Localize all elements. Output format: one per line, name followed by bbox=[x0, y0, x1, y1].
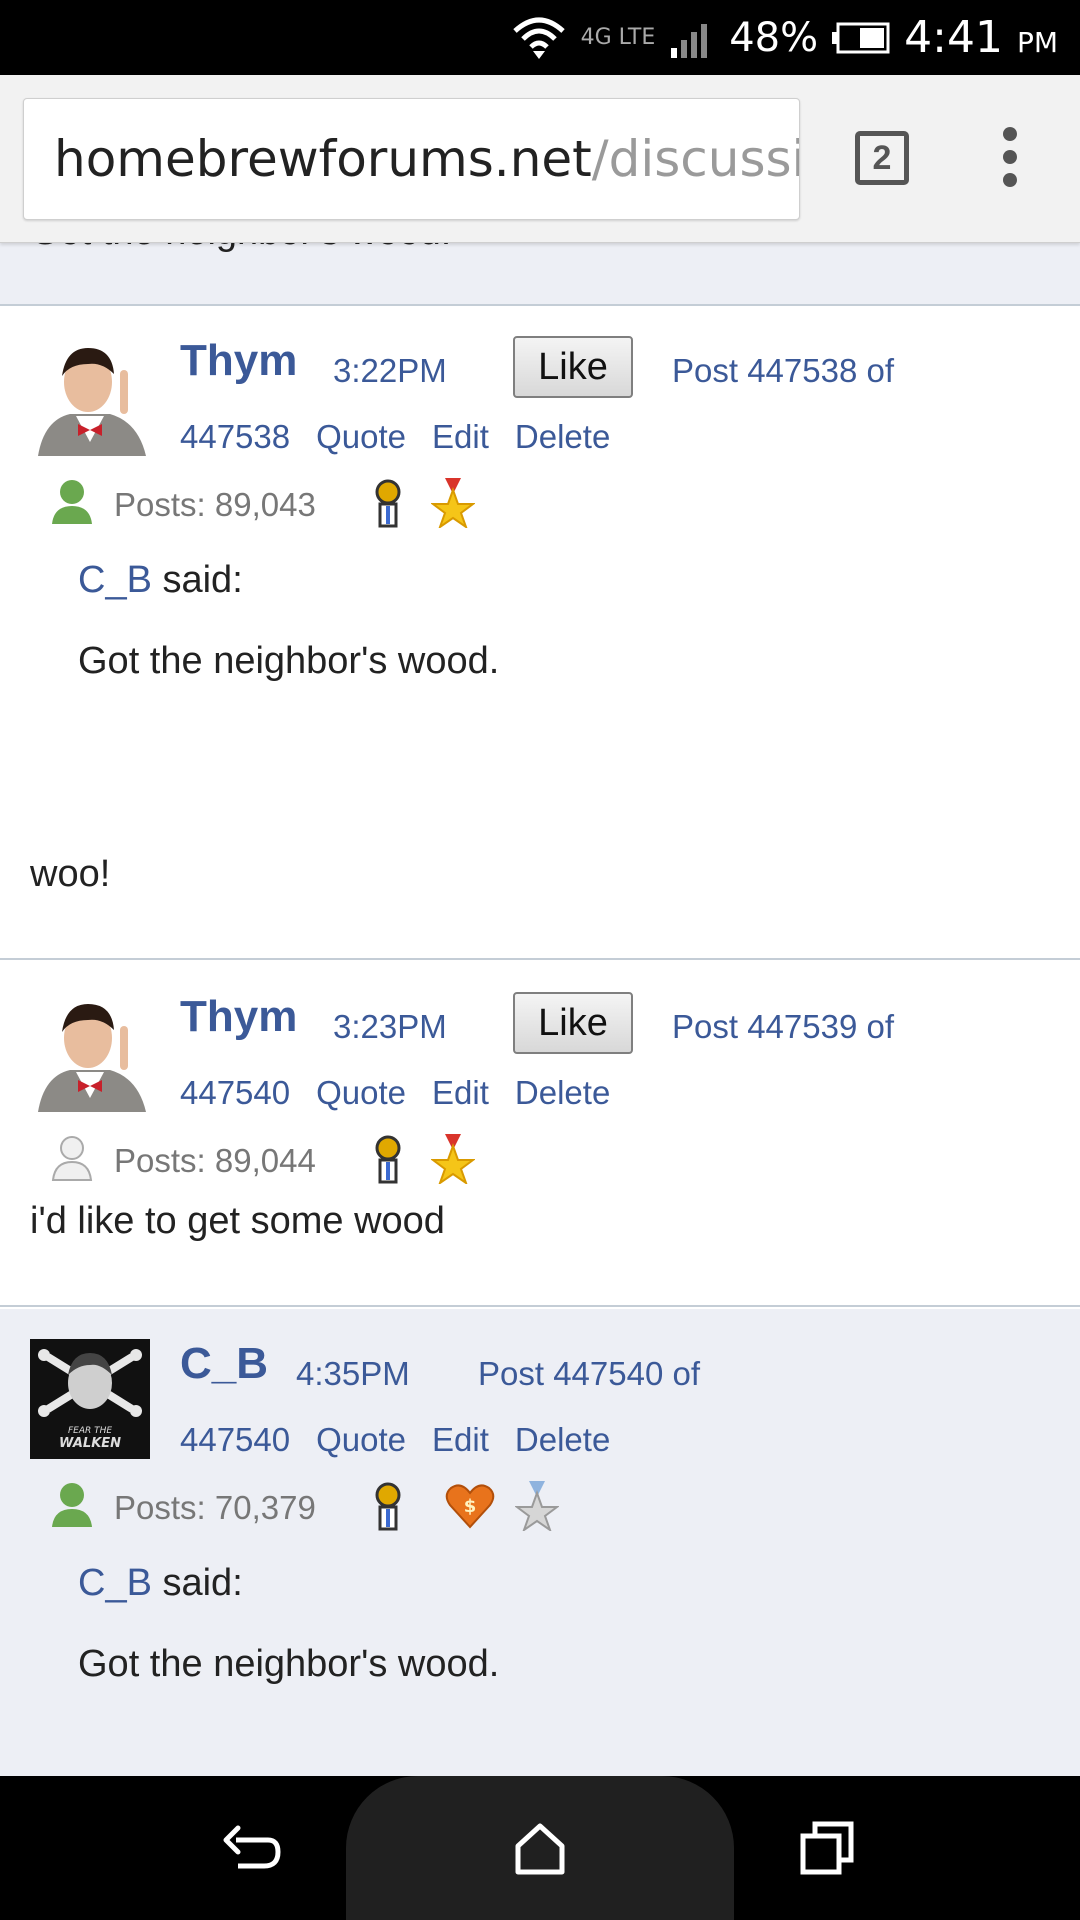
wifi-icon bbox=[512, 17, 565, 59]
like-button[interactable]: Like bbox=[513, 336, 633, 398]
post-time: 3:23PM bbox=[333, 1008, 447, 1045]
previous-post-tail: Got the neighbor's wood. bbox=[0, 243, 1080, 306]
quote-link[interactable]: Quote bbox=[316, 418, 406, 455]
username[interactable]: Thym bbox=[180, 992, 297, 1042]
battery-icon bbox=[832, 22, 890, 53]
post-body: woo! bbox=[30, 853, 111, 895]
post-time: 3:22PM bbox=[333, 352, 447, 389]
network-type: 4G LTE bbox=[580, 25, 656, 50]
svg-text:WALKEN: WALKEN bbox=[59, 1436, 121, 1451]
post-total[interactable]: 447540 bbox=[180, 1074, 290, 1111]
clock-time: 4:41 bbox=[904, 12, 1003, 63]
edit-link[interactable]: Edit bbox=[432, 1074, 489, 1111]
quote-link[interactable]: Quote bbox=[316, 1074, 406, 1111]
quote-text: Got the neighbor's wood. bbox=[78, 1643, 500, 1685]
quote-text: Got the neighbor's wood. bbox=[78, 640, 500, 682]
avatar[interactable] bbox=[30, 336, 150, 456]
member-badge-icon bbox=[375, 1482, 401, 1531]
post: FEAR THE WALKEN C_B 4:35PM Post 447540 o… bbox=[0, 1309, 1080, 1776]
clock: 4:41 PM bbox=[904, 12, 1058, 63]
posts-count: Posts: 89,044 bbox=[114, 1142, 316, 1179]
post-number[interactable]: Post 447538 of bbox=[672, 352, 894, 390]
edit-link[interactable]: Edit bbox=[432, 1421, 489, 1458]
heart-supporter-icon: $ bbox=[445, 1484, 495, 1529]
quote-link[interactable]: Quote bbox=[316, 1421, 406, 1458]
avatar[interactable]: FEAR THE WALKEN bbox=[30, 1339, 150, 1459]
silver-star-icon bbox=[515, 1481, 559, 1531]
quote-said: said: bbox=[151, 559, 243, 601]
post-total[interactable]: 447540 bbox=[180, 1421, 290, 1458]
post-actions: 447540 Quote Edit Delete bbox=[180, 1074, 636, 1112]
post-number[interactable]: Post 447540 of bbox=[478, 1355, 700, 1393]
star-award-icon bbox=[431, 1134, 475, 1184]
post-time: 4:35PM bbox=[296, 1355, 410, 1392]
quote-author-link[interactable]: C_B bbox=[78, 559, 152, 601]
post: Thym 3:23PM Like Post 447539 of 447540 Qu… bbox=[0, 962, 1080, 1307]
username[interactable]: C_B bbox=[180, 1339, 268, 1389]
url-bar[interactable]: homebrewforums.net/discussic bbox=[23, 98, 800, 220]
post-total[interactable]: 447538 bbox=[180, 418, 290, 455]
delete-link[interactable]: Delete bbox=[515, 1421, 610, 1458]
clock-ampm: PM bbox=[1016, 26, 1058, 59]
quote-attribution: C_B said: bbox=[78, 559, 243, 602]
previous-post-text: Got the neighbor's wood. bbox=[30, 243, 451, 254]
system-nav-bar bbox=[0, 1776, 1080, 1920]
post-body: i'd like to get some wood bbox=[30, 1200, 445, 1242]
status-bar: 4G LTE 48% 4:41 PM bbox=[0, 0, 1080, 75]
avatar[interactable] bbox=[30, 992, 150, 1112]
posts-count: Posts: 89,043 bbox=[114, 486, 316, 523]
tabs-icon[interactable]: 2 bbox=[855, 131, 909, 185]
username[interactable]: Thym bbox=[180, 336, 297, 386]
thread-content: Got the neighbor's wood. Thym 3:22PM Lik… bbox=[0, 243, 1080, 1776]
post: Thym 3:22PM Like Post 447538 of 447538 Qu… bbox=[0, 306, 1080, 960]
online-status-icon bbox=[52, 480, 92, 524]
recents-icon[interactable] bbox=[797, 1818, 857, 1878]
url-host: homebrewforums.net bbox=[54, 130, 592, 188]
signal-icon bbox=[671, 23, 708, 58]
post-number[interactable]: Post 447539 of bbox=[672, 1008, 894, 1046]
back-icon[interactable] bbox=[222, 1818, 282, 1878]
delete-link[interactable]: Delete bbox=[515, 1074, 610, 1111]
member-badge-icon bbox=[375, 1135, 401, 1184]
post-actions: 447538 Quote Edit Delete bbox=[180, 418, 636, 456]
battery-percent: 48% bbox=[729, 14, 819, 61]
browser-toolbar: homebrewforums.net/discussic 2 bbox=[0, 75, 1080, 243]
post-actions: 447540 Quote Edit Delete bbox=[180, 1421, 636, 1459]
quote-author-link[interactable]: C_B bbox=[78, 1562, 152, 1604]
home-icon[interactable] bbox=[510, 1818, 570, 1878]
delete-link[interactable]: Delete bbox=[515, 418, 610, 455]
like-button[interactable]: Like bbox=[513, 992, 633, 1054]
svg-text:FEAR THE: FEAR THE bbox=[68, 1426, 112, 1436]
url-path: /discussic bbox=[591, 130, 799, 188]
svg-text:$: $ bbox=[464, 1496, 477, 1517]
overflow-menu-icon[interactable] bbox=[995, 127, 1025, 191]
posts-count: Posts: 70,379 bbox=[114, 1489, 316, 1526]
star-award-icon bbox=[431, 478, 475, 528]
offline-status-icon bbox=[51, 1136, 93, 1181]
edit-link[interactable]: Edit bbox=[432, 418, 489, 455]
member-badge-icon bbox=[375, 479, 401, 528]
quote-said: said: bbox=[151, 1562, 243, 1604]
online-status-icon bbox=[52, 1483, 92, 1527]
quote-attribution: C_B said: bbox=[78, 1562, 243, 1605]
